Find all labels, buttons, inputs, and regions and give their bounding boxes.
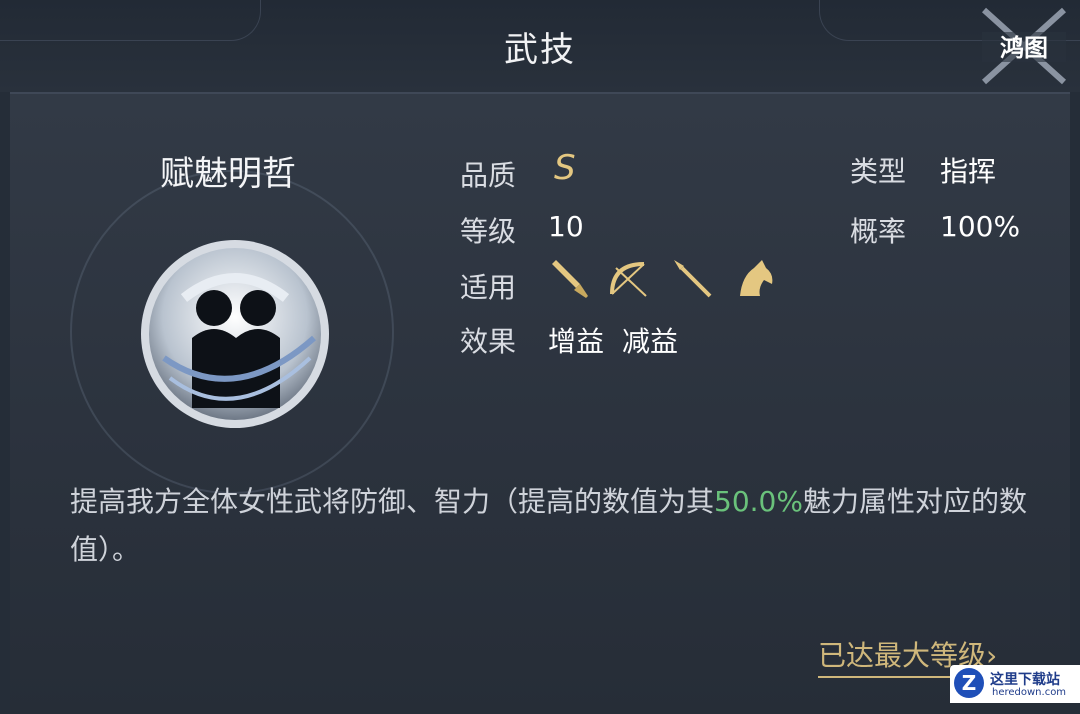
bow-icon	[610, 262, 647, 297]
watermark-url: heredown.com	[992, 687, 1067, 698]
effect-value-debuff: 减益	[622, 325, 679, 358]
page-title: 武技	[504, 30, 576, 70]
apply-label: 适用	[460, 271, 517, 304]
watermark-logo-icon: Z	[954, 668, 984, 698]
level-value: 10	[548, 210, 584, 243]
skill-name: 赋魅明哲	[160, 154, 296, 194]
horse-icon	[740, 260, 773, 296]
level-label: 等级	[460, 215, 517, 248]
type-label: 类型	[850, 155, 907, 188]
game-logo: 鸿图	[981, 7, 1067, 85]
spear-icon	[674, 260, 712, 298]
quality-value: S	[554, 148, 576, 188]
header-bar: 武技 鸿图	[0, 0, 1080, 92]
sword-icon	[552, 260, 588, 298]
svg-text:鸿图: 鸿图	[1000, 33, 1048, 62]
quality-label: 品质	[460, 159, 517, 192]
site-watermark: Z 这里下载站 heredown.com	[950, 665, 1080, 703]
description-highlight-value: 50.0%	[714, 485, 803, 518]
type-value: 指挥	[940, 155, 997, 188]
chance-label: 概率	[850, 215, 907, 248]
effect-value-buff: 增益	[548, 325, 605, 358]
effect-label: 效果	[460, 325, 517, 358]
chance-value: 100%	[940, 210, 1021, 243]
skill-portrait-icon	[141, 240, 329, 428]
skill-description: 提高我方全体女性武将防御、智力（提高的数值为其50.0%魅力属性对应的数值）。	[70, 478, 1030, 574]
description-text-before: 提高我方全体女性武将防御、智力（提高的数值为其	[70, 485, 715, 518]
watermark-title: 这里下载站	[990, 672, 1060, 688]
